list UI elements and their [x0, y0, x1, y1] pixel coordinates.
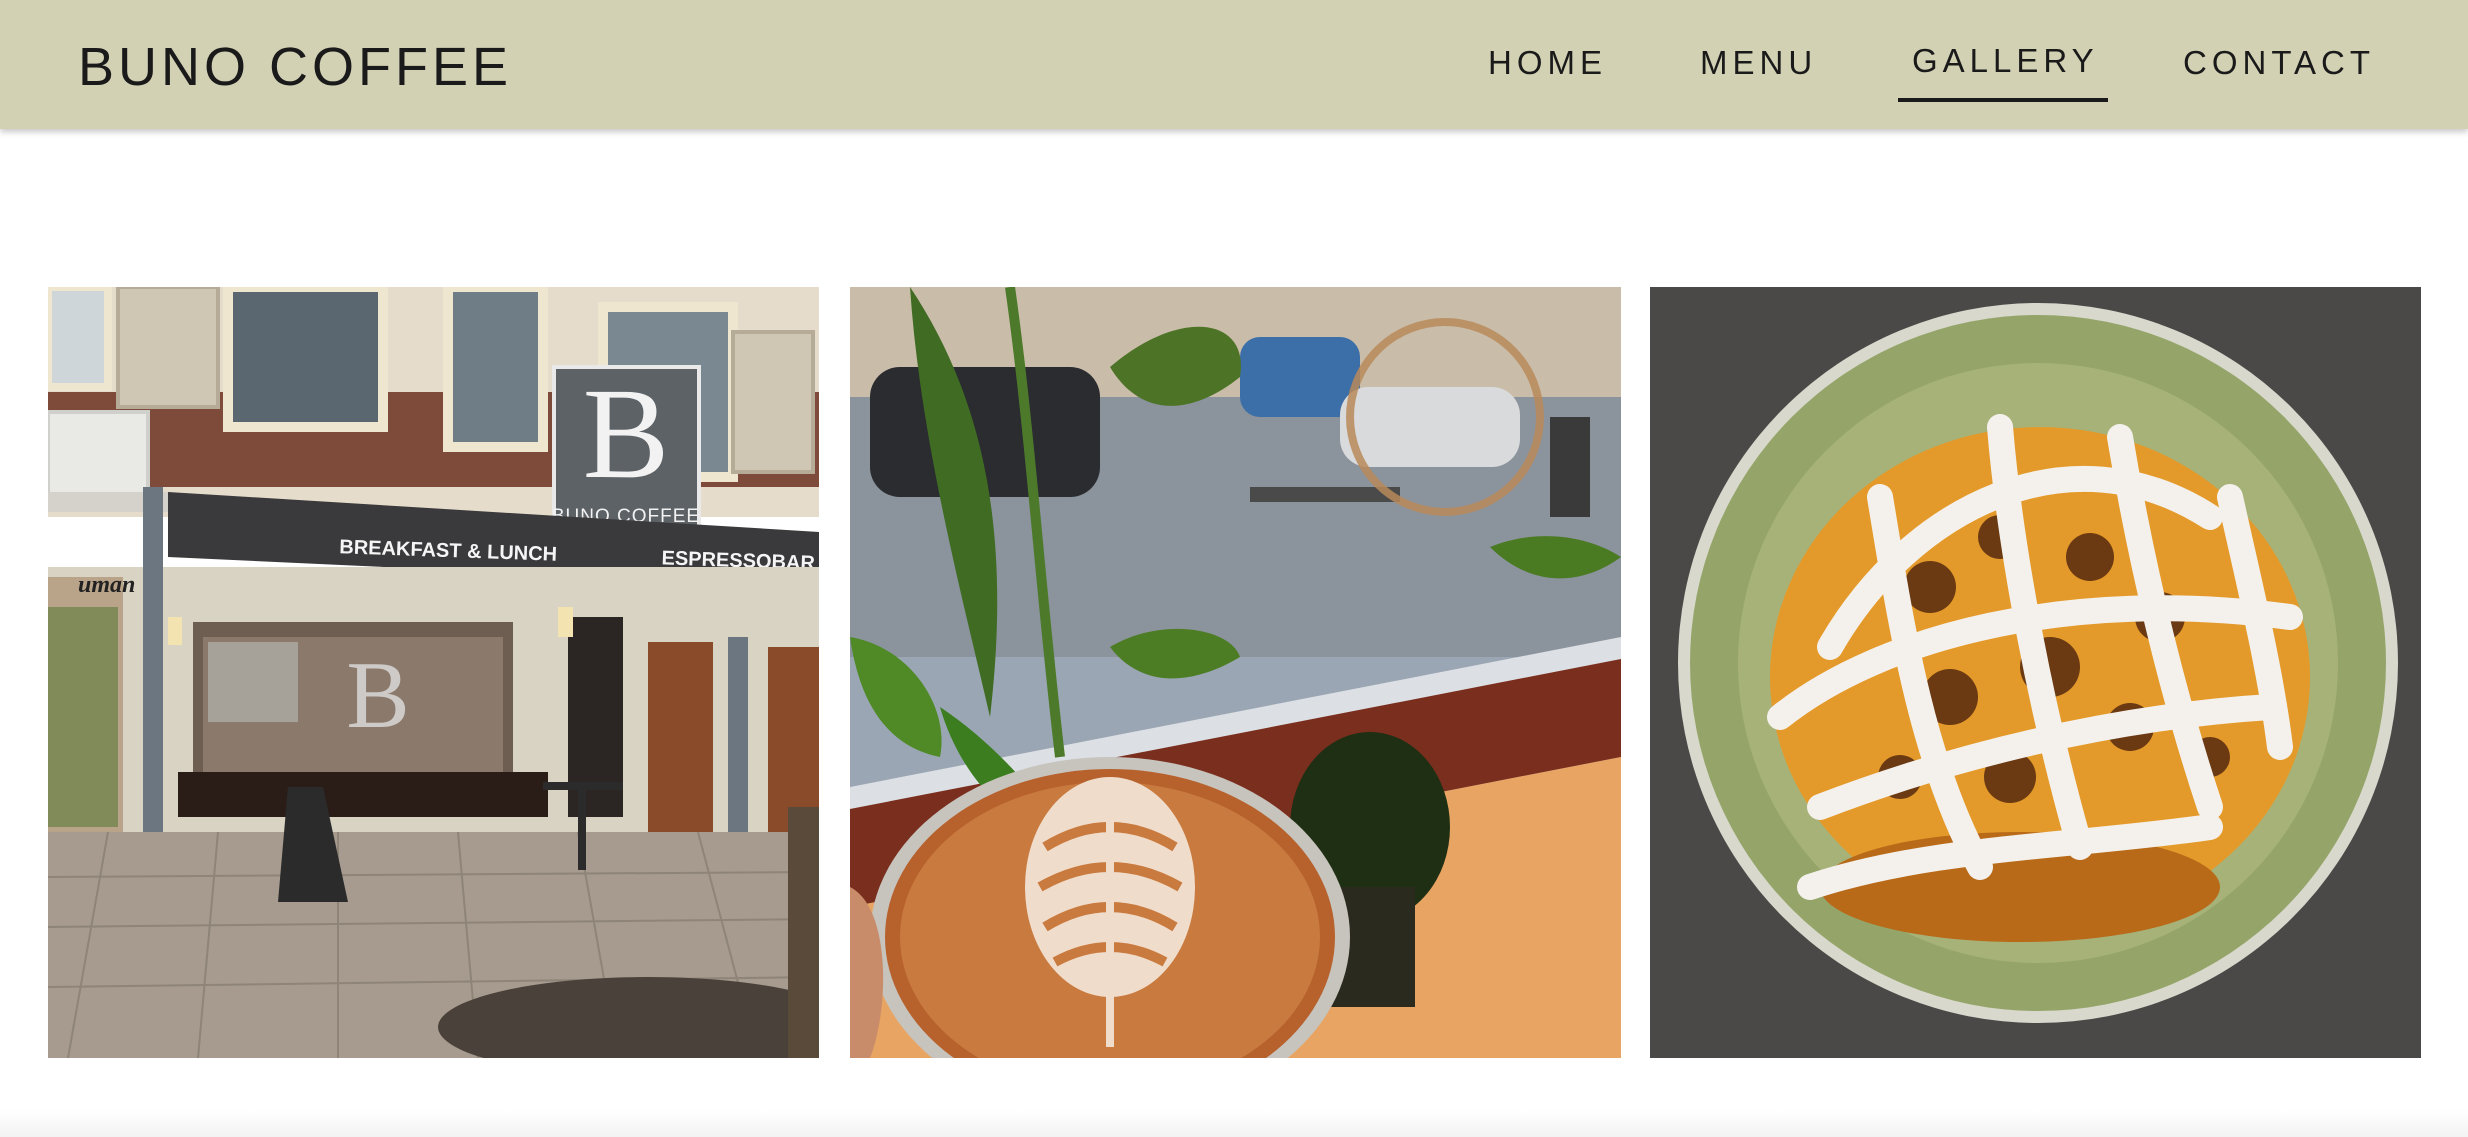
active-nav-indicator [1898, 98, 2108, 102]
cinnamon-roll-image [1650, 287, 2421, 1058]
nav-home-link[interactable]: HOME [1488, 46, 1607, 79]
gallery-photo-cinnamon-roll[interactable] [1650, 287, 2421, 1058]
brand-logo[interactable]: BUNO COFFEE [78, 40, 512, 94]
neighbor-shop-sign: uman [78, 572, 135, 598]
nav-gallery-link[interactable]: GALLERY [1912, 44, 2099, 77]
site-header: BUNO COFFEE HOME MENU GALLERY CONTACT [0, 0, 2468, 129]
nav-menu-link[interactable]: MENU [1700, 46, 1817, 79]
svg-text:B: B [346, 642, 409, 748]
page-bottom-shade [0, 1110, 2468, 1137]
gallery-photo-latte[interactable] [850, 287, 1621, 1058]
storefront-image: B BUNO COFFEE BREAKFAST & LUNCH ESPRESSO… [48, 287, 819, 1058]
latte-image [850, 287, 1621, 1058]
sign-logo-letter: B [583, 362, 670, 506]
gallery-photo-storefront[interactable]: B BUNO COFFEE BREAKFAST & LUNCH ESPRESSO… [48, 287, 819, 1058]
nav-contact-link[interactable]: CONTACT [2183, 46, 2375, 79]
